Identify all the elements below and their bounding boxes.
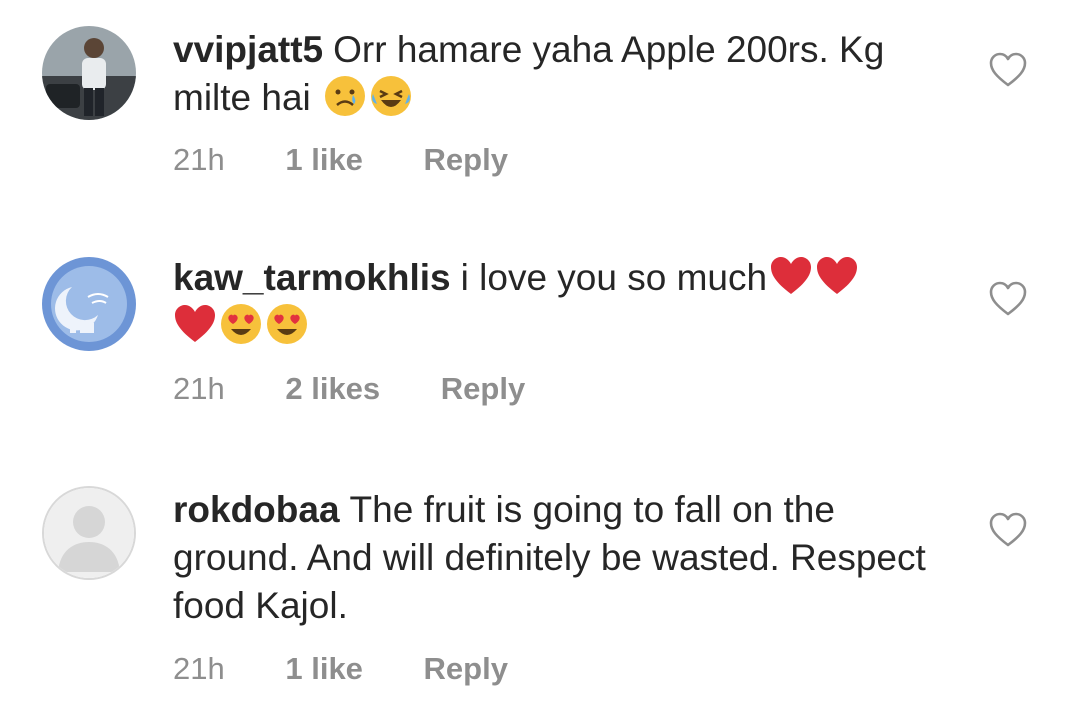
like-heart-icon[interactable] [988,51,1028,89]
like-heart-icon[interactable] [988,280,1028,318]
crying-face-icon [325,76,366,116]
timestamp: 21h [173,651,225,686]
red-heart-icon [175,305,215,342]
comment-text: vvipjatt5 Orr hamare yaha Apple 200rs. Kg… [173,26,933,122]
heart-eyes-face-icon [267,304,307,344]
timestamp: 21h [173,142,225,177]
heart-eyes-face-icon [221,304,261,344]
like-heart-icon[interactable] [988,511,1028,549]
comment-meta: 21h 1 like Reply [173,142,508,178]
username-link[interactable]: rokdobaa [173,489,340,530]
likes-count[interactable]: 2 likes [285,371,380,407]
comment-body: i love you so much [460,257,768,298]
comment-meta: 21h 1 like Reply [173,651,508,687]
likes-count[interactable]: 1 like [285,651,363,687]
comment-meta: 21h 2 likes Reply [173,371,525,407]
timestamp: 21h [173,371,225,406]
reply-button[interactable]: Reply [441,371,525,407]
red-heart-icon [817,257,858,294]
avatar[interactable] [42,26,136,120]
red-heart-icon [771,257,812,294]
reply-button[interactable]: Reply [424,651,508,687]
username-link[interactable]: kaw_tarmokhlis [173,257,451,298]
avatar[interactable] [42,257,136,351]
laughing-tears-face-icon [371,76,412,116]
username-link[interactable]: vvipjatt5 [173,29,323,70]
comment-text: kaw_tarmokhlis i love you so much [173,254,933,350]
avatar[interactable] [42,486,136,580]
likes-count[interactable]: 1 like [285,142,363,178]
reply-button[interactable]: Reply [424,142,508,178]
comment-text: rokdobaa The fruit is going to fall on th… [173,486,933,630]
